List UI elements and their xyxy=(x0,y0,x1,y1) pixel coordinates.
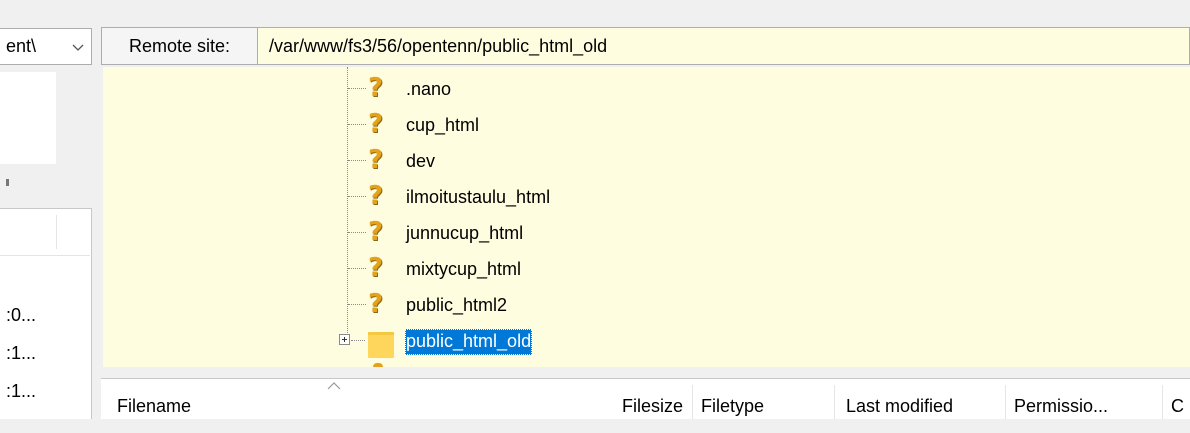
list-item[interactable]: :1... xyxy=(6,343,36,364)
tree-item[interactable]: ? mixtycup_html xyxy=(103,252,803,286)
column-header-filetype[interactable]: Filetype xyxy=(701,379,764,420)
local-directory-tree[interactable] xyxy=(0,72,56,164)
tree-item-label: cup_html xyxy=(406,115,480,135)
tree-item[interactable]: ? ilmoitustaulu_html xyxy=(103,180,803,214)
tree-item[interactable]: ? cup_html xyxy=(103,108,803,142)
remote-site-bar: Remote site: /var/www/fs3/56/opentenn/pu… xyxy=(101,27,1190,65)
tree-item-label: ilmoitustaulu_html xyxy=(406,187,551,207)
tree-item-label: junnucup_html xyxy=(406,223,524,243)
local-file-list[interactable]: :0... :1... :1... xyxy=(0,208,92,419)
unknown-question-icon: ? xyxy=(368,289,384,319)
tree-item-label: public_html_old xyxy=(405,329,533,355)
unknown-question-icon: ? xyxy=(368,73,384,103)
column-header-permissions[interactable]: Permissio... xyxy=(1014,379,1108,420)
local-pane: ent\ :0... :1... :1... xyxy=(0,0,93,419)
tree-item-label: dev xyxy=(406,151,436,171)
unknown-question-icon: ? xyxy=(368,181,384,211)
unknown-question-icon: ? xyxy=(368,109,384,139)
tree-item-label: public_html2 xyxy=(406,295,508,315)
tree-item-label: mixtycup_html xyxy=(406,259,522,279)
expand-plus-icon[interactable] xyxy=(339,334,350,345)
remote-directory-tree[interactable]: ? .nano ? cup_html ? dev ? ilmoitustaulu… xyxy=(103,67,1190,367)
column-header-filename[interactable]: Filename xyxy=(117,379,191,420)
column-header-filesize[interactable]: Filesize xyxy=(599,379,683,420)
scrollbar-thumb[interactable] xyxy=(6,179,9,186)
remote-pane: Remote site: /var/www/fs3/56/opentenn/pu… xyxy=(101,0,1190,419)
remote-site-label: Remote site: xyxy=(102,28,258,64)
column-header-last-modified[interactable]: Last modified xyxy=(846,379,953,420)
folder-icon xyxy=(368,332,394,358)
chevron-down-icon[interactable] xyxy=(71,40,85,54)
column-header-owner[interactable]: C xyxy=(1171,379,1184,420)
unknown-question-icon: ? xyxy=(368,253,384,283)
local-site-path-value: ent\ xyxy=(6,36,37,56)
unknown-question-icon xyxy=(373,363,383,367)
tree-item[interactable]: ? junnucup_html xyxy=(103,216,803,250)
tree-item[interactable]: ? .nano xyxy=(103,72,803,106)
tree-item[interactable]: ? public_html2 xyxy=(103,288,803,322)
local-file-list-header xyxy=(0,209,90,256)
remote-file-list[interactable]: Filename Filesize Filetype Last modified… xyxy=(101,378,1190,419)
list-item[interactable]: :1... xyxy=(6,381,36,402)
remote-site-path-input[interactable]: /var/www/fs3/56/opentenn/public_html_old xyxy=(269,28,607,64)
unknown-question-icon: ? xyxy=(368,145,384,175)
unknown-question-icon: ? xyxy=(368,217,384,247)
list-item[interactable]: :0... xyxy=(6,305,36,326)
tree-item[interactable]: ? dev xyxy=(103,144,803,178)
tree-item-label: .nano xyxy=(406,79,452,99)
tree-item-selected[interactable]: public_html_old xyxy=(103,324,803,358)
local-site-path-combo[interactable]: ent\ xyxy=(0,28,92,65)
